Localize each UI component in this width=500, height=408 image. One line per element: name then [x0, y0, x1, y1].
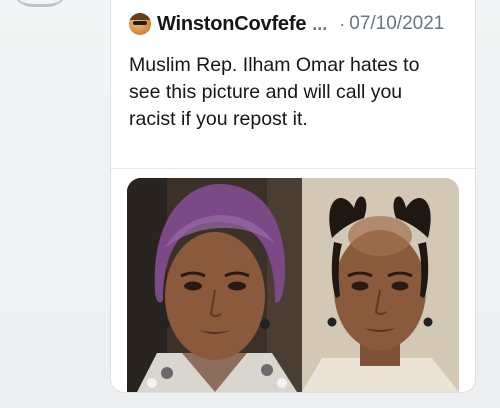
tweet-header: WinstonCovfefe ... · 07/10/2021	[129, 12, 461, 36]
tweet-text: Muslim Rep. Ilham Omar hates to see this…	[129, 52, 449, 133]
separator-dot: ·	[339, 13, 346, 34]
tweet-text-line: racist if you repost it.	[129, 108, 308, 130]
tweet-text-line: see this picture and will call you	[129, 81, 403, 103]
tweet-date[interactable]: 07/10/2021	[349, 13, 444, 35]
tweet-text-line: Muslim Rep. Ilham Omar hates to	[129, 54, 420, 76]
tweet-media[interactable]	[127, 178, 459, 392]
username[interactable]: WinstonCovfefe	[157, 13, 306, 36]
photo-edited-illustration	[302, 178, 459, 392]
avatar[interactable]	[129, 13, 151, 35]
photo-edited[interactable]	[302, 178, 459, 392]
screenshot-page: WinstonCovfefe ... · 07/10/2021 Muslim R…	[0, 0, 500, 408]
photo-headscarf-illustration	[127, 178, 302, 392]
username-truncation: ...	[312, 13, 328, 34]
partial-icon	[10, 0, 70, 7]
divider	[111, 168, 475, 169]
tweet-card[interactable]: WinstonCovfefe ... · 07/10/2021 Muslim R…	[110, 0, 476, 393]
photo-headscarf[interactable]	[127, 178, 302, 392]
